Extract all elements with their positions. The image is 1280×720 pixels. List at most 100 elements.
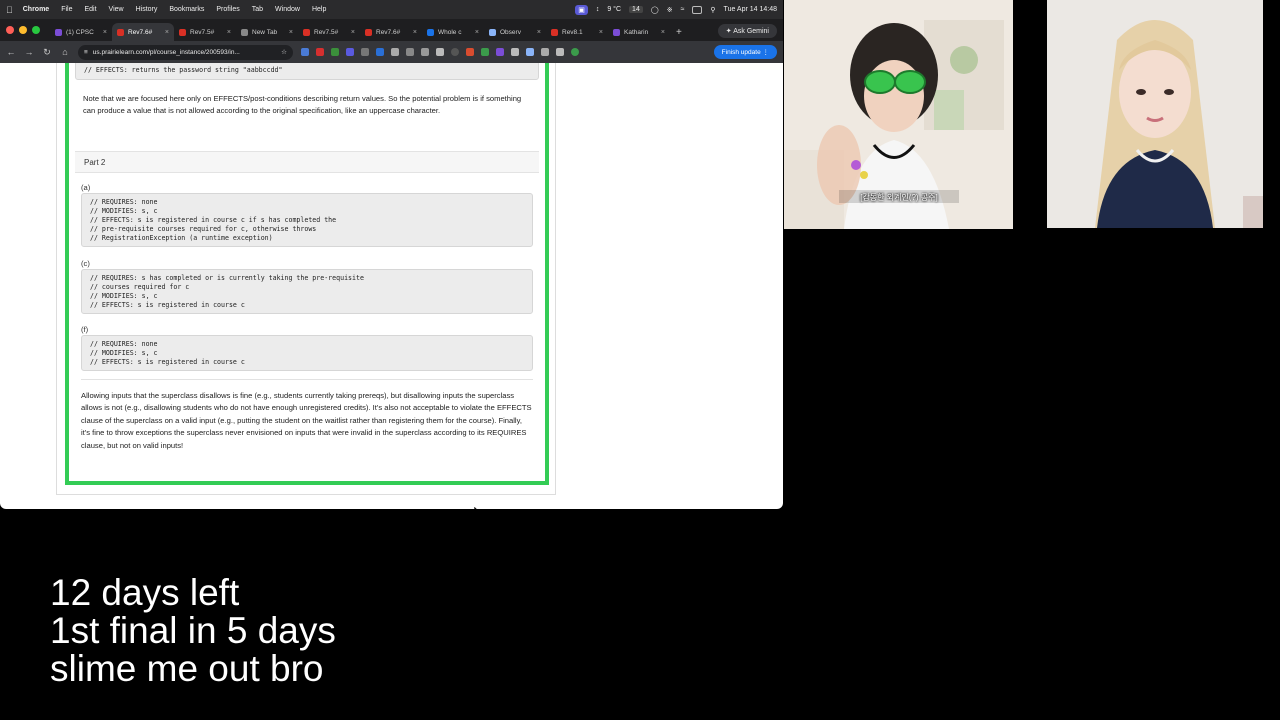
tab-title: Rev7.6#: [376, 28, 401, 36]
stream-overlay-text: 12 days left 1st final in 5 days slime m…: [50, 574, 336, 688]
tab-title: Katharin: [624, 28, 649, 36]
extension-icon[interactable]: [481, 48, 489, 56]
finish-update-button[interactable]: Finish update ⋮: [713, 45, 777, 59]
menu-tab[interactable]: Tab: [252, 6, 263, 13]
tab-close-icon[interactable]: ×: [475, 29, 479, 36]
menu-profiles[interactable]: Profiles: [216, 6, 239, 13]
search-icon[interactable]: ⚲: [710, 6, 715, 14]
browser-tab[interactable]: Rev7.6# ×: [112, 23, 174, 41]
tab-favicon-icon: [303, 28, 310, 36]
browser-tab[interactable]: Katharin ×: [608, 23, 670, 41]
extension-icon[interactable]: [316, 48, 324, 56]
new-tab-button[interactable]: +: [670, 23, 688, 41]
profile-avatar[interactable]: [571, 48, 579, 56]
tab-favicon-icon: [241, 28, 248, 36]
record-icon[interactable]: ◯: [651, 6, 659, 14]
browser-tab-strip: (1) CPSC × Rev7.6# × Rev7.5# × New Tab × Rev7.5#…: [0, 19, 783, 41]
close-window-button[interactable]: [6, 26, 14, 34]
menu-app-name[interactable]: Chrome: [23, 6, 49, 13]
extension-icon[interactable]: [496, 48, 504, 56]
extension-icon[interactable]: [391, 48, 399, 56]
extension-icon[interactable]: [526, 48, 534, 56]
extension-icon[interactable]: [376, 48, 384, 56]
extension-icon[interactable]: [361, 48, 369, 56]
extension-icon[interactable]: [331, 48, 339, 56]
battery-icon[interactable]: [692, 5, 703, 14]
extension-icon[interactable]: [466, 48, 474, 56]
tab-close-icon[interactable]: ×: [289, 29, 293, 36]
menu-file[interactable]: File: [61, 6, 72, 13]
apple-icon[interactable]: : [6, 5, 13, 15]
back-arrow-icon[interactable]: ←: [6, 47, 16, 57]
forward-arrow-icon[interactable]: →: [24, 47, 34, 57]
minimize-window-button[interactable]: [19, 26, 27, 34]
reload-icon[interactable]: ↻: [42, 47, 52, 58]
tab-favicon-icon: [117, 28, 124, 36]
browser-tab[interactable]: Whole c ×: [422, 23, 484, 41]
tab-close-icon[interactable]: ×: [351, 29, 355, 36]
zoom-window-button[interactable]: [32, 26, 40, 34]
browser-tab[interactable]: Rev7.6# ×: [360, 23, 422, 41]
site-info-icon[interactable]: ≡: [84, 49, 88, 56]
tab-close-icon[interactable]: ×: [165, 29, 169, 36]
divider: [81, 379, 533, 380]
extension-icon[interactable]: [406, 48, 414, 56]
extension-icon[interactable]: [541, 48, 549, 56]
calendar-badge[interactable]: 14: [629, 6, 643, 13]
menu-bookmarks[interactable]: Bookmarks: [169, 6, 204, 13]
tab-close-icon[interactable]: ×: [413, 29, 417, 36]
home-icon[interactable]: ⌂: [60, 47, 70, 57]
menu-view[interactable]: View: [109, 6, 124, 13]
tab-title: Rev7.6#: [128, 28, 153, 36]
extension-icon[interactable]: [301, 48, 309, 56]
browser-toolbar: ← → ↻ ⌂ ≡ us.prairielearn.com/pl/course_…: [0, 41, 783, 63]
option-label-f: (f): [81, 325, 89, 334]
extension-icon[interactable]: [436, 48, 444, 56]
bookmark-star-icon[interactable]: ☆: [281, 48, 287, 56]
bluetooth-icon[interactable]: ※: [667, 6, 673, 14]
browser-tab[interactable]: Rev7.5# ×: [174, 23, 236, 41]
tab-title: (1) CPSC: [66, 28, 94, 36]
tab-favicon-icon: [179, 28, 186, 36]
extension-icon[interactable]: [421, 48, 429, 56]
wifi-icon[interactable]: ≈: [681, 6, 685, 13]
tab-favicon-icon: [613, 28, 620, 36]
option-label-a: (a): [81, 183, 91, 192]
address-bar[interactable]: ≡ us.prairielearn.com/pl/course_instance…: [78, 44, 293, 60]
correct-answer-box: // EFFECTS: returns the password string …: [65, 63, 549, 485]
tab-close-icon[interactable]: ×: [103, 29, 107, 36]
tab-title: Rev7.5#: [190, 28, 215, 36]
webcam-feed-2: [1047, 0, 1263, 228]
ask-gemini-button[interactable]: ✦ Ask Gemini: [717, 24, 777, 38]
overlay-line-slogan: slime me out bro: [50, 648, 324, 689]
extension-icon[interactable]: [511, 48, 519, 56]
browser-tab[interactable]: (1) CPSC ×: [50, 23, 112, 41]
tab-favicon-icon: [551, 28, 558, 36]
browser-tab[interactable]: New Tab ×: [236, 23, 298, 41]
menu-help[interactable]: Help: [312, 6, 326, 13]
menu-history[interactable]: History: [136, 6, 158, 13]
sync-icon[interactable]: ↕: [596, 6, 600, 13]
address-bar-url[interactable]: us.prairielearn.com/pl/course_instance/2…: [93, 49, 276, 56]
window-controls: [6, 19, 40, 41]
extension-icon[interactable]: [451, 48, 459, 56]
tab-close-icon[interactable]: ×: [537, 29, 541, 36]
tab-close-icon[interactable]: ×: [227, 29, 231, 36]
browser-tab[interactable]: Observ ×: [484, 23, 546, 41]
page-viewport[interactable]: // EFFECTS: returns the password string …: [0, 63, 783, 509]
tab-close-icon[interactable]: ×: [599, 29, 603, 36]
extension-icon[interactable]: [346, 48, 354, 56]
screen-share-icon[interactable]: ▣: [575, 4, 588, 15]
browser-tab[interactable]: Rev8.1 ×: [546, 23, 608, 41]
menubar-clock[interactable]: Tue Apr 14 14:48: [724, 6, 777, 13]
browser-tab[interactable]: Rev7.5# ×: [298, 23, 360, 41]
weather-temperature[interactable]: 9 °C: [607, 6, 621, 13]
tab-favicon-icon: [55, 28, 62, 36]
tab-close-icon[interactable]: ×: [661, 29, 665, 36]
menu-edit[interactable]: Edit: [84, 6, 96, 13]
tabs-container: (1) CPSC × Rev7.6# × Rev7.5# × New Tab × Rev7.5#…: [50, 23, 670, 41]
extensions-puzzle-icon[interactable]: [556, 48, 564, 56]
question-card: // EFFECTS: returns the password string …: [56, 63, 556, 495]
part2-header: Part 2: [75, 151, 539, 173]
menu-window[interactable]: Window: [275, 6, 300, 13]
